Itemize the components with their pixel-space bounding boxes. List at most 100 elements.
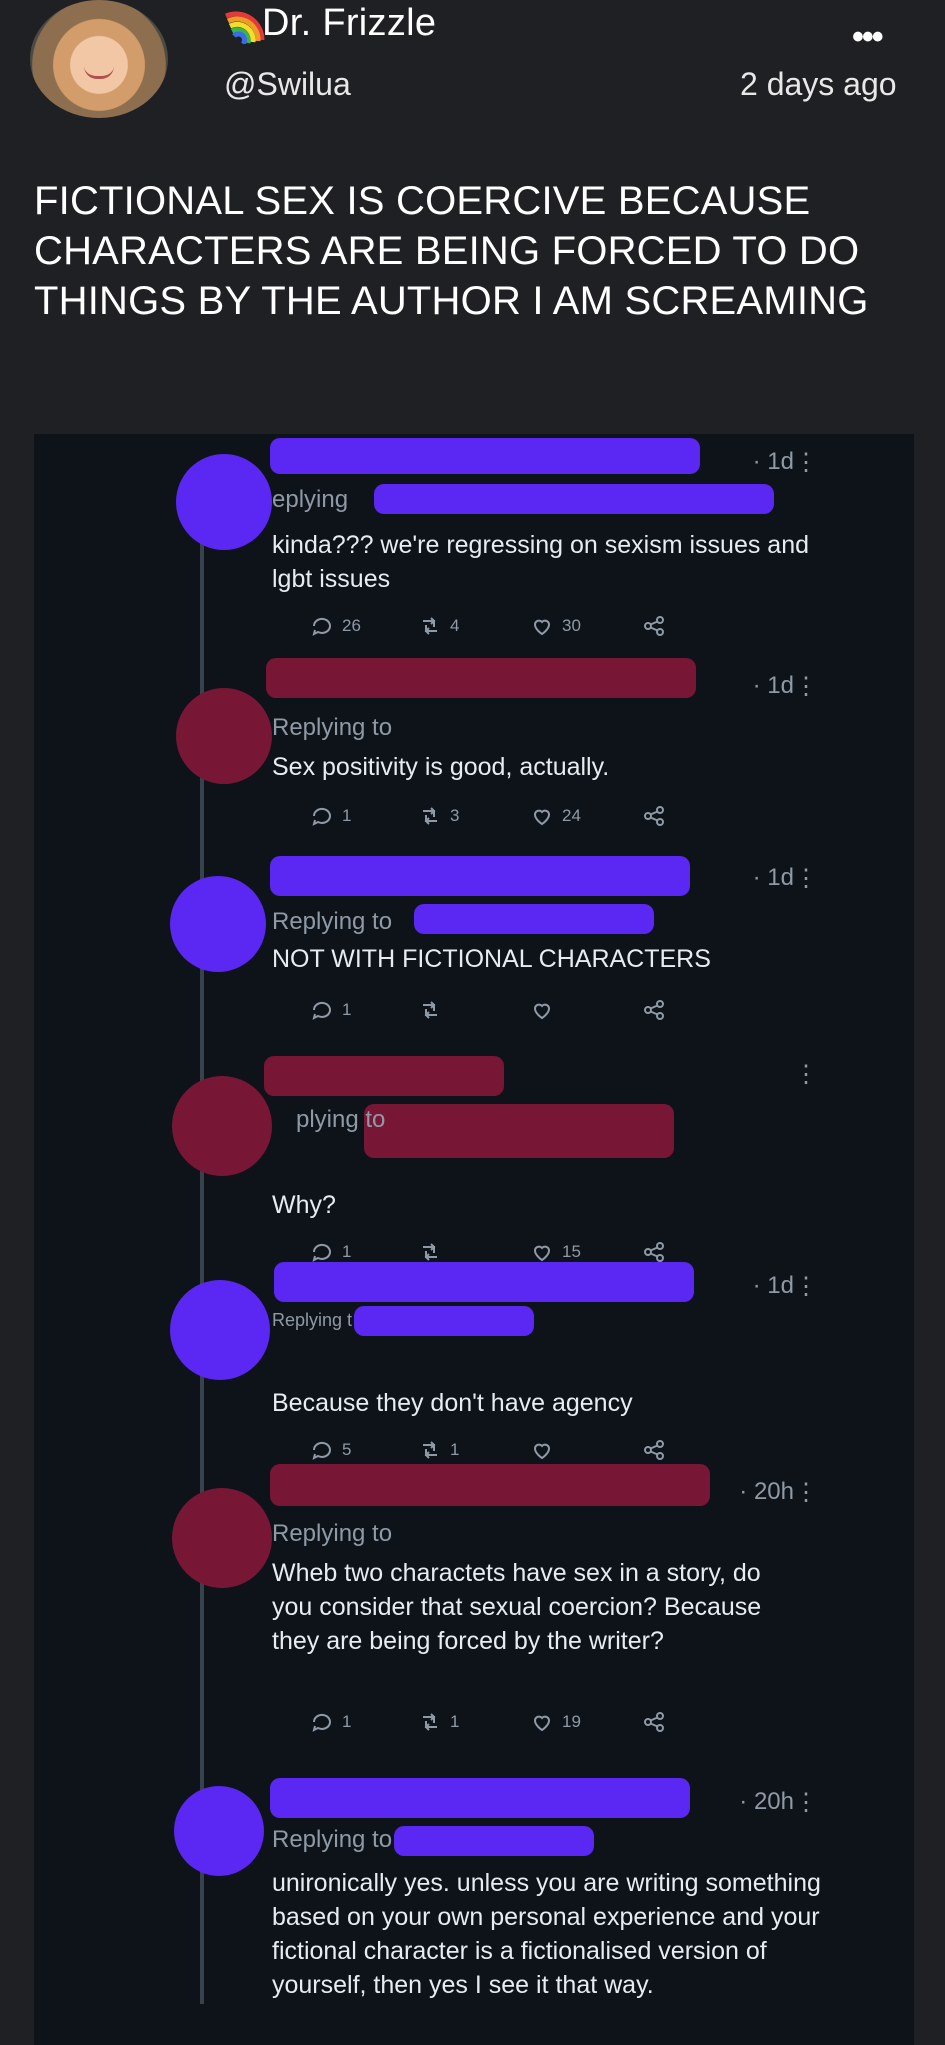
redaction-bar [354, 1306, 534, 1336]
heart-icon [533, 1003, 551, 1020]
share-icon [644, 1712, 664, 1732]
redaction-bar [270, 1778, 690, 1818]
tweet-text: Because they don't have agency [272, 1389, 633, 1417]
display-name[interactable]: Dr. Frizzle [262, 2, 436, 45]
tweet-text: Why? [272, 1191, 336, 1219]
reply-icon [312, 1001, 331, 1020]
kebab-menu-icon[interactable]: ⋮ [794, 1478, 818, 1507]
retweet-action[interactable] [418, 998, 450, 1022]
tweet-time: · 1d [752, 672, 794, 699]
avatar-redacted [176, 454, 272, 550]
tweet-actions: 1 [272, 998, 692, 1028]
kebab-menu-icon[interactable]: ⋮ [794, 672, 818, 701]
share-action[interactable] [642, 1438, 666, 1462]
retweet-action[interactable]: 1 [418, 1710, 459, 1734]
share-action[interactable] [642, 1710, 666, 1734]
reply-icon [312, 1713, 331, 1732]
tweet-text: Sex positivity is good, actually. [272, 753, 610, 781]
replying-label: plying to [296, 1106, 386, 1133]
like-action[interactable] [530, 1438, 562, 1462]
kebab-menu-icon[interactable]: ⋮ [794, 864, 818, 893]
tweet-time: · 20h [739, 1788, 794, 1815]
reply-icon [312, 1243, 331, 1262]
avatar-redacted [170, 1280, 270, 1380]
share-icon [644, 806, 664, 826]
reply-icon [312, 807, 331, 826]
replying-label: Replying to [272, 1520, 393, 1547]
share-icon [644, 1440, 664, 1460]
heart-icon [533, 1443, 551, 1460]
reply-action[interactable]: 26 [310, 614, 361, 638]
retweet-action[interactable]: 1 [418, 1438, 459, 1462]
tweet-actions: 26 4 30 [272, 614, 692, 644]
post-header: Dr. Frizzle @Swilua ••• 2 days ago [0, 0, 945, 150]
retweet-action[interactable] [418, 1240, 450, 1264]
reply-icon [312, 1441, 331, 1460]
retweet-icon [423, 1441, 437, 1459]
retweet-icon [423, 1001, 437, 1019]
share-action[interactable] [642, 1240, 666, 1264]
retweet-icon [423, 807, 437, 825]
share-action[interactable] [642, 614, 666, 638]
post-body: FICTIONAL SEX IS COERCIVE BECAUSE CHARAC… [34, 179, 869, 323]
redaction-bar [274, 1262, 694, 1302]
retweet-icon [423, 1243, 437, 1261]
reply-action[interactable]: 1 [310, 804, 351, 828]
reply-action[interactable]: 1 [310, 1240, 351, 1264]
avatar-redacted [170, 876, 266, 972]
share-icon [644, 1242, 664, 1262]
tweet-time: · 1d [752, 1272, 794, 1299]
reply-action[interactable]: 1 [310, 998, 351, 1022]
reply-action[interactable]: 1 [310, 1710, 351, 1734]
tweet-actions: 1 3 24 [272, 804, 692, 834]
replying-label: Replying to [272, 908, 393, 935]
tweet-text: NOT WITH FICTIONAL CHARACTERS [272, 945, 711, 973]
tweet-time: · 1d [752, 448, 794, 475]
heart-icon [533, 1715, 551, 1732]
kebab-menu-icon[interactable]: ⋮ [794, 1060, 818, 1089]
embedded-screenshot[interactable]: · 1d ⋮ eplying kinda??? we're regressing… [34, 434, 914, 2045]
redaction-bar [364, 1104, 674, 1158]
tweet-actions: 1 1 19 [272, 1710, 692, 1740]
tweet-time: · 1d [752, 864, 794, 891]
redaction-bar [270, 1464, 710, 1506]
avatar-redacted [176, 688, 272, 784]
author-avatar[interactable] [30, 0, 168, 118]
avatar-redacted [172, 1076, 272, 1176]
reply-icon [312, 617, 331, 636]
redaction-bar [270, 856, 690, 896]
like-action[interactable]: 30 [530, 614, 581, 638]
share-action[interactable] [642, 804, 666, 828]
like-action[interactable]: 19 [530, 1710, 581, 1734]
redaction-bar [264, 1056, 504, 1096]
replying-label: Replying to [272, 714, 393, 741]
replying-label: Replying to [272, 1826, 393, 1853]
share-action[interactable] [642, 998, 666, 1022]
avatar-redacted [174, 1786, 264, 1876]
heart-icon [533, 1245, 551, 1262]
redaction-bar [374, 484, 774, 514]
user-handle[interactable]: @Swilua [224, 66, 351, 103]
kebab-menu-icon[interactable]: ⋮ [794, 1788, 818, 1817]
share-icon [644, 616, 664, 636]
reply-action[interactable]: 5 [310, 1438, 351, 1462]
heart-icon [533, 809, 551, 826]
retweet-icon [423, 1713, 437, 1731]
more-options-icon[interactable]: ••• [852, 18, 884, 57]
tweet-text: kinda??? we're regressing on sexism issu… [272, 531, 809, 593]
like-action[interactable] [530, 998, 562, 1022]
post-timestamp: 2 days ago [740, 66, 897, 102]
kebab-menu-icon[interactable]: ⋮ [794, 1272, 818, 1301]
kebab-menu-icon[interactable]: ⋮ [794, 448, 818, 477]
like-action[interactable]: 15 [530, 1240, 581, 1264]
like-action[interactable]: 24 [530, 804, 581, 828]
redaction-bar [270, 438, 700, 474]
replying-label: Replying t [272, 1310, 353, 1330]
tweet-text: unironically yes. unless you are writing… [272, 1869, 821, 1999]
rainbow-flag-icon [225, 11, 265, 44]
retweet-action[interactable]: 3 [418, 804, 459, 828]
retweet-action[interactable]: 4 [418, 614, 459, 638]
redaction-bar [266, 658, 696, 698]
tweet-time: · 20h [739, 1478, 794, 1505]
avatar-redacted [172, 1488, 272, 1588]
